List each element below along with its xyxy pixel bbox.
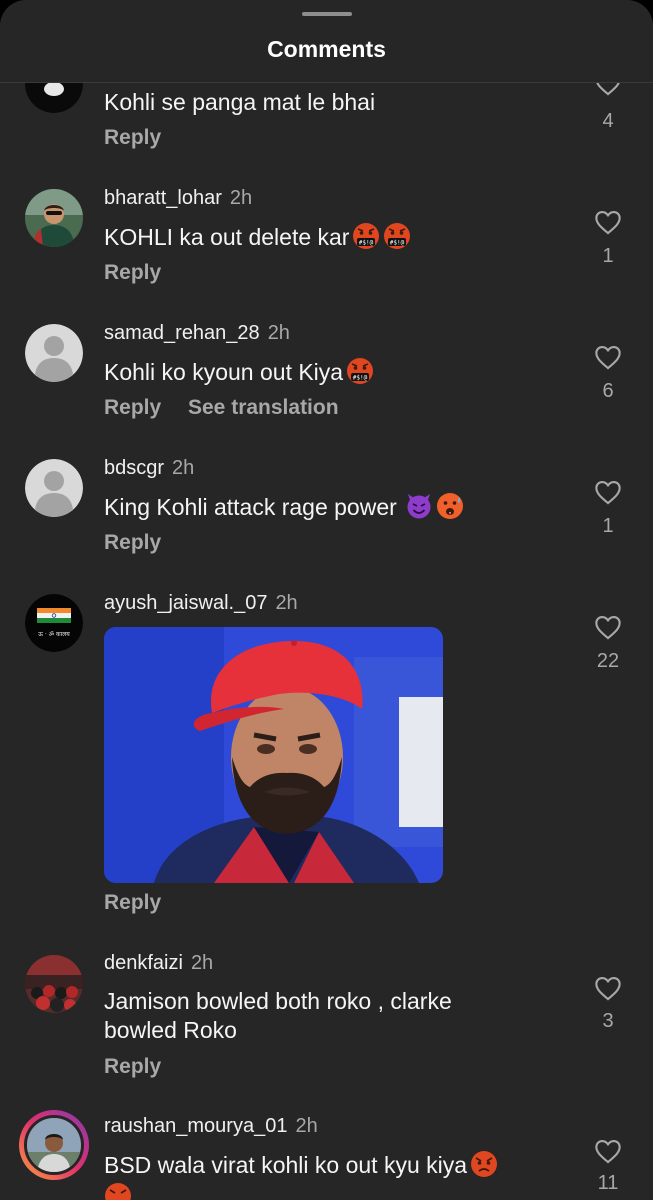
reply-button[interactable]: Reply <box>104 891 161 915</box>
heart-icon[interactable] <box>594 614 622 640</box>
username[interactable]: samad_rehan_28 2h <box>104 322 290 345</box>
reply-button[interactable]: Reply <box>104 261 161 285</box>
like-count: 11 <box>597 1172 619 1194</box>
svg-text:#$!@: #$!@ <box>359 240 374 247</box>
sheet-header: Comments <box>0 0 653 82</box>
username[interactable]: ayush_jaiswal._07 2h <box>104 592 298 615</box>
comment-text: King Kohli attack rage power <box>104 492 544 522</box>
avatar[interactable] <box>25 189 83 247</box>
username[interactable]: bharatt_lohar 2h <box>104 187 252 210</box>
see-translation-button[interactable]: See translation <box>188 396 339 420</box>
avatar[interactable] <box>24 1115 84 1175</box>
like-count: 3 <box>602 1010 614 1032</box>
hot-face-emoji-icon <box>436 493 463 519</box>
like-count: 4 <box>602 110 614 132</box>
reply-button[interactable]: Reply <box>104 396 161 420</box>
like-count: 22 <box>596 650 620 672</box>
timestamp: 2h <box>172 457 195 479</box>
username[interactable]: raushan_mourya_01 2h <box>104 1115 318 1138</box>
comments-sheet: Comments Kohli se panga mat le bhai Repl… <box>0 0 653 1200</box>
heart-icon[interactable] <box>594 344 622 370</box>
avatar[interactable] <box>25 459 83 517</box>
face-with-symbols-emoji-icon: #$!@ <box>347 358 374 384</box>
avatar[interactable] <box>25 324 83 382</box>
timestamp: 2h <box>275 592 298 614</box>
avatar-caption: ऊ · ॐ कालय <box>38 630 70 638</box>
heart-icon[interactable] <box>594 975 622 1001</box>
timestamp: 2h <box>295 1115 318 1137</box>
timestamp: 2h <box>267 322 290 344</box>
comment-text: KOHLI ka out delete kar #$!@ #$!@ <box>104 222 544 252</box>
avatar[interactable] <box>25 955 83 1013</box>
comment-text: Kohli ko kyoun out Kiya #$!@ <box>104 357 544 387</box>
svg-text:#$!@: #$!@ <box>390 240 405 247</box>
reply-button[interactable]: Reply <box>104 531 161 555</box>
avatar[interactable]: ऊ · ॐ कालय <box>25 594 83 652</box>
like-count: 1 <box>602 245 614 267</box>
username[interactable]: bdscgr 2h <box>104 457 194 480</box>
like-count: 6 <box>602 380 614 402</box>
face-with-symbols-emoji-icon: #$!@ <box>384 223 411 249</box>
heart-icon[interactable] <box>594 479 622 505</box>
timestamp: 2h <box>229 187 253 209</box>
reply-button[interactable]: Reply <box>104 1055 161 1079</box>
sheet-title: Comments <box>267 36 386 62</box>
drag-handle[interactable] <box>302 12 352 16</box>
gif-attachment[interactable] <box>104 627 443 883</box>
face-with-symbols-emoji-icon: #$!@ <box>353 223 380 249</box>
smiling-devil-emoji-icon <box>407 494 431 519</box>
like-count: 1 <box>602 515 614 537</box>
username[interactable]: denkfaizi 2h <box>104 952 213 975</box>
angry-face-emoji-icon <box>105 1183 131 1200</box>
comment-text: Kohli se panga mat le bhai <box>104 89 376 115</box>
comment-text: BSD wala virat kohli ko out kyu kiya <box>104 1150 544 1180</box>
angry-face-emoji-icon <box>471 1151 498 1177</box>
heart-icon[interactable] <box>594 209 622 235</box>
heart-icon[interactable] <box>594 1138 622 1164</box>
comment-text: Jamison bowled both roko , clarke bowled… <box>104 988 452 1043</box>
timestamp: 2h <box>190 952 214 974</box>
reply-button[interactable]: Reply <box>104 126 161 150</box>
header-divider <box>0 82 653 83</box>
svg-text:#$!@: #$!@ <box>353 375 368 382</box>
